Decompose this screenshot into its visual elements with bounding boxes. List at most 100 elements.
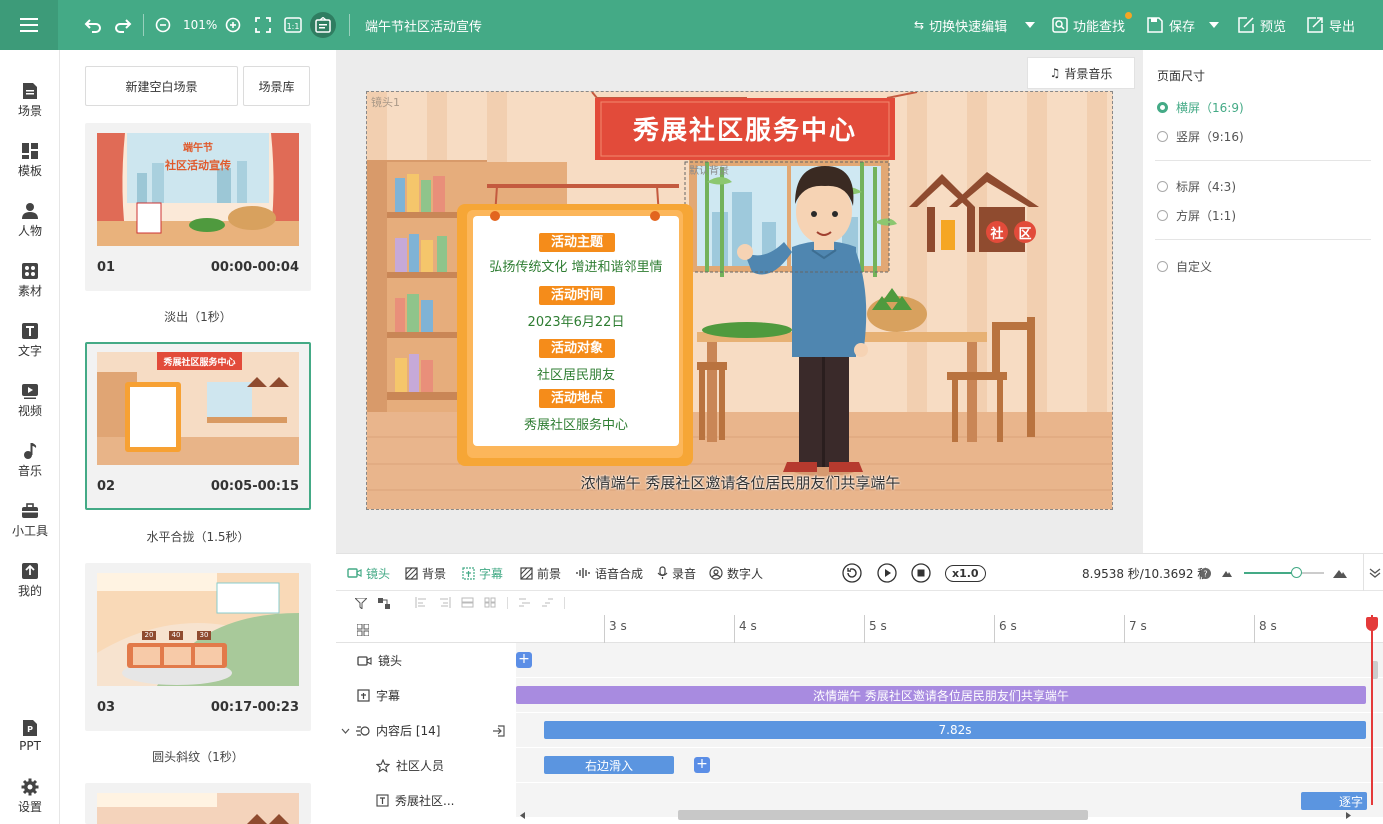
- new-blank-scene-button[interactable]: 新建空白场景: [85, 66, 238, 106]
- enter-icon[interactable]: [492, 724, 505, 737]
- stop-button[interactable]: [911, 554, 935, 592]
- scene-transition[interactable]: 水平合拢（1.5秒）: [85, 528, 311, 545]
- people-animation-clip[interactable]: 右边滑入: [544, 756, 674, 774]
- nav-scene[interactable]: 场景: [0, 73, 60, 127]
- slider-handle[interactable]: [1291, 567, 1302, 578]
- chevron-down-icon[interactable]: [341, 728, 350, 734]
- stage-subtitle[interactable]: 浓情端午 秀展社区邀请各位居民朋友们共享端午: [367, 472, 1112, 493]
- track-subtitle-label[interactable]: 字幕: [336, 678, 516, 713]
- scene-card-01[interactable]: 端午节 社区活动宣传 01 00:00-00:04: [85, 123, 311, 291]
- zoom-in-timeline-icon[interactable]: [1333, 554, 1351, 592]
- track-subtitle[interactable]: 浓情端午 秀展社区邀请各位居民朋友们共享端午: [516, 678, 1383, 713]
- align-right-icon[interactable]: [438, 597, 451, 608]
- track-content-after[interactable]: 7.82s: [516, 713, 1383, 748]
- document-title[interactable]: 端午节社区活动宣传: [365, 0, 482, 50]
- timeline-zoom-slider[interactable]: [1244, 554, 1324, 592]
- save-button[interactable]: 保存: [1147, 0, 1195, 50]
- grid-select-icon[interactable]: [357, 624, 369, 636]
- zoom-out-timeline-icon[interactable]: [1222, 554, 1236, 592]
- redo-button[interactable]: [114, 0, 132, 50]
- preview-button[interactable]: 预览: [1238, 0, 1286, 50]
- nav-person[interactable]: 人物: [0, 193, 60, 247]
- banner-title[interactable]: 秀展社区服务中心: [595, 110, 895, 147]
- play-button[interactable]: [877, 554, 901, 592]
- stagger-icon[interactable]: [541, 597, 554, 608]
- nav-toolbox[interactable]: 小工具: [0, 493, 60, 547]
- camera-icon: [357, 655, 372, 666]
- nav-material[interactable]: 素材: [0, 253, 60, 307]
- zoom-in-button[interactable]: [225, 0, 241, 50]
- nav-ppt[interactable]: P PPT: [0, 709, 60, 763]
- hscroll-thumb[interactable]: [678, 810, 1088, 820]
- nav-video[interactable]: 视频: [0, 373, 60, 427]
- ruler-tick: 6 s: [994, 615, 1017, 643]
- align-left-icon[interactable]: [415, 597, 428, 608]
- actual-size-button[interactable]: 1:1: [284, 0, 302, 50]
- scene-stage[interactable]: 镜头1 默认背景 秀展社区服务中心 社 区 活动主题 弘扬传统文化 增进和谐邻里…: [366, 91, 1113, 510]
- scene-card-03[interactable]: 20 40 30 03 00:17-00:23: [85, 563, 311, 731]
- nav-mine[interactable]: 我的: [0, 553, 60, 607]
- track-people[interactable]: 右边滑入 +: [516, 748, 1383, 783]
- track-content-after-label[interactable]: 内容后 [14]: [336, 713, 516, 748]
- quick-edit-toggle[interactable]: ⇆ 切换快速编辑: [914, 0, 1007, 50]
- track-text-label[interactable]: 秀展社区...: [336, 783, 516, 818]
- tab-foreground[interactable]: 前景: [520, 554, 561, 592]
- timeline-hscroll[interactable]: [516, 809, 1356, 821]
- export-button[interactable]: 导出: [1307, 0, 1355, 50]
- subtitle-clip[interactable]: 浓情端午 秀展社区邀请各位居民朋友们共享端午: [516, 686, 1366, 704]
- content-clip[interactable]: 7.82s: [544, 721, 1366, 739]
- distribute-icon[interactable]: [461, 597, 474, 608]
- stack-icon[interactable]: [518, 597, 531, 608]
- playhead[interactable]: [1366, 615, 1378, 805]
- nav-text[interactable]: 文字: [0, 313, 60, 367]
- scene-icon: [23, 82, 37, 99]
- nav-music[interactable]: 音乐: [0, 433, 60, 487]
- track-shot-label[interactable]: 镜头: [336, 643, 516, 678]
- scene-transition[interactable]: 淡出（1秒）: [85, 308, 311, 325]
- tab-record[interactable]: 录音: [657, 554, 696, 592]
- tab-shot[interactable]: 镜头: [347, 554, 390, 592]
- filter-icon[interactable]: [355, 598, 367, 609]
- menu-button[interactable]: [0, 0, 58, 50]
- tab-subtitle[interactable]: 字幕: [462, 554, 503, 592]
- text-animation-clip[interactable]: 逐字: [1301, 792, 1367, 810]
- radio-square[interactable]: 方屏（1:1): [1157, 207, 1236, 224]
- scroll-left-icon[interactable]: [520, 812, 526, 819]
- stop-icon: [911, 563, 931, 583]
- tab-digital-human[interactable]: 数字人: [709, 554, 763, 592]
- group-icon[interactable]: [378, 598, 390, 609]
- nav-template[interactable]: 模板: [0, 133, 60, 187]
- scene-card-02[interactable]: 秀展社区服务中心 02 00:05-00:15: [85, 342, 311, 510]
- speed-button[interactable]: x1.0: [945, 554, 986, 592]
- zoom-out-button[interactable]: [155, 0, 171, 50]
- add-animation-button[interactable]: +: [694, 757, 710, 773]
- radio-portrait[interactable]: 竖屏（9:16): [1157, 128, 1244, 145]
- radio-landscape[interactable]: 横屏（16:9): [1157, 99, 1244, 116]
- help-icon[interactable]: ?: [1200, 554, 1215, 592]
- time-ruler[interactable]: 3 s 4 s 5 s 6 s 7 s 8 s: [516, 615, 1383, 805]
- subtitle-toggle-button[interactable]: [310, 0, 336, 50]
- distribute-grid-icon[interactable]: [484, 597, 497, 608]
- scene-card-04[interactable]: [85, 783, 311, 824]
- scene-library-button[interactable]: 场景库: [243, 66, 310, 106]
- radio-standard[interactable]: 标屏（4:3): [1157, 178, 1236, 195]
- track-people-label[interactable]: 社区人员: [336, 748, 516, 783]
- tab-tts[interactable]: 语音合成: [576, 554, 643, 592]
- toolbox-icon: [22, 502, 38, 518]
- replay-button[interactable]: [842, 554, 866, 592]
- add-shot-button[interactable]: +: [516, 652, 532, 668]
- collapse-timeline-button[interactable]: [1363, 554, 1383, 592]
- undo-button[interactable]: [84, 0, 102, 50]
- shot-label: 镜头1: [371, 96, 400, 109]
- feature-search-button[interactable]: 功能查找: [1052, 0, 1132, 50]
- fullscreen-button[interactable]: [255, 0, 271, 50]
- nav-settings[interactable]: 设置: [0, 769, 60, 823]
- radio-custom[interactable]: 自定义: [1157, 258, 1212, 275]
- background-music-button[interactable]: ♫ 背景音乐: [1027, 57, 1135, 89]
- track-shot[interactable]: +: [516, 643, 1383, 678]
- scroll-right-icon[interactable]: [1346, 812, 1352, 819]
- tab-background[interactable]: 背景: [405, 554, 446, 592]
- save-dropdown[interactable]: [1209, 0, 1219, 50]
- quick-edit-dropdown[interactable]: [1025, 0, 1035, 50]
- scene-transition[interactable]: 圆头斜纹（1秒）: [85, 748, 311, 765]
